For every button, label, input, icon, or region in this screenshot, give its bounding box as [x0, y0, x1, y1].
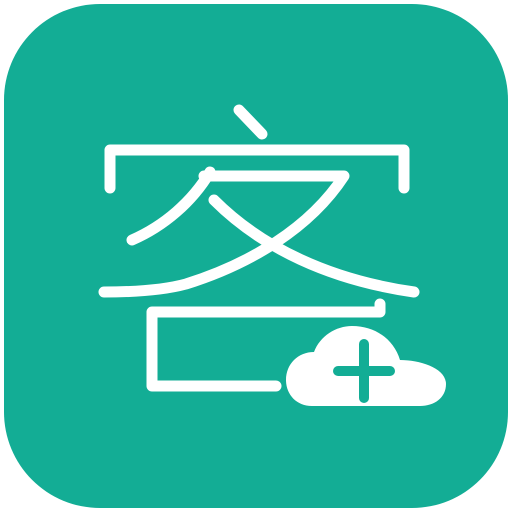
app-icon-container[interactable]: 客 + [0, 0, 512, 512]
app-icon[interactable]: 客 + [0, 0, 512, 512]
